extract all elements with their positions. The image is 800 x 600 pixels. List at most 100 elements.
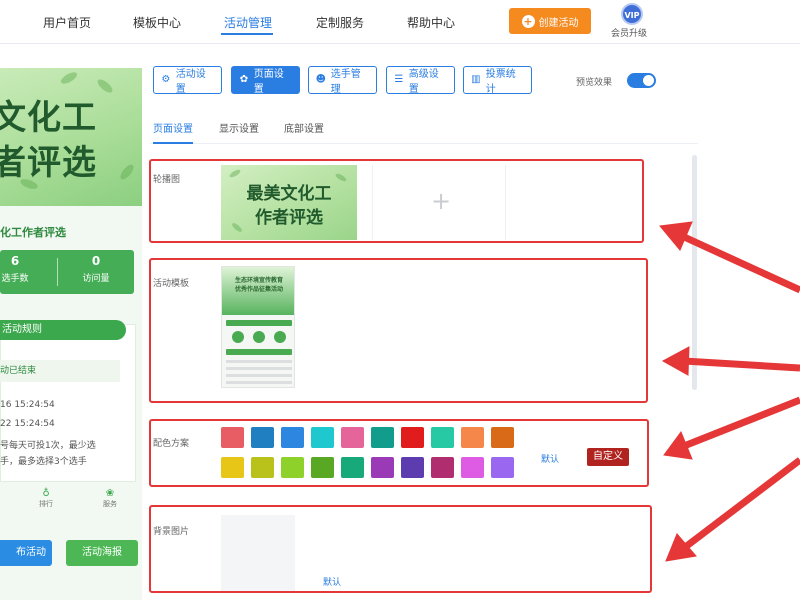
- stat-contestants-value: 6: [10, 254, 20, 268]
- template-bar: [226, 320, 292, 326]
- rule-text-line2: 手，最多选择3个选手: [0, 457, 87, 467]
- page: 用户首页 模板中心 活动管理 定制服务 帮助中心 + 创建活动 VIP 会员升级…: [0, 0, 800, 600]
- arrow-to-color-scheme: [682, 396, 800, 450]
- preview-stats: 6 选手数 0 访问量: [0, 250, 134, 294]
- tab-activity-settings[interactable]: ⚙ 活动设置: [153, 66, 222, 95]
- nav-help-center[interactable]: 帮助中心: [407, 14, 455, 31]
- color-swatch[interactable]: [281, 457, 304, 478]
- create-activity-label: 创建活动: [538, 17, 579, 29]
- template-title-line2: 优秀作品征集活动: [234, 286, 283, 293]
- service-icon: ❀: [105, 488, 115, 499]
- vip-upgrade[interactable]: VIP 会员升级: [611, 3, 652, 39]
- color-default-link[interactable]: 默认: [541, 452, 559, 465]
- subtab-display-settings[interactable]: 显示设置: [219, 120, 259, 135]
- color-swatch[interactable]: [431, 427, 454, 448]
- plus-icon: +: [521, 14, 535, 28]
- rank-label: 排行: [39, 500, 53, 508]
- color-swatch[interactable]: [401, 427, 424, 448]
- arrow-head-template: [661, 346, 690, 376]
- color-swatch[interactable]: [341, 457, 364, 478]
- tab-page-settings[interactable]: ✿ 页面设置: [231, 66, 300, 95]
- leaf-decoration: [59, 70, 79, 86]
- users-icon: ☻: [315, 74, 327, 85]
- stat-contestants-label: 选手数: [1, 274, 29, 284]
- stat-divider: [57, 258, 58, 286]
- activity-poster-button[interactable]: 活动海报: [66, 540, 138, 566]
- color-swatch[interactable]: [371, 457, 394, 478]
- color-swatch[interactable]: [221, 427, 244, 448]
- banner-title-line1: 文化工: [0, 98, 97, 138]
- carousel-image-title-line1: 最美文化工: [246, 184, 332, 204]
- template-row: [226, 360, 292, 363]
- tab-activity-settings-label: 活动设置: [175, 69, 206, 95]
- stat-visits-value: 0: [91, 254, 101, 268]
- preview-activity-title: 化工作者评选: [0, 226, 66, 239]
- template-row: [226, 381, 292, 384]
- color-swatch[interactable]: [491, 457, 514, 478]
- subtab-footer-settings[interactable]: 底部设置: [284, 120, 324, 135]
- leaf-decoration: [95, 77, 115, 95]
- color-swatch[interactable]: [461, 427, 484, 448]
- color-swatch[interactable]: [311, 427, 334, 448]
- color-swatch[interactable]: [251, 457, 274, 478]
- template-bar: [226, 349, 292, 355]
- template-row: [226, 374, 292, 377]
- subtab-page-settings[interactable]: 页面设置: [153, 120, 193, 135]
- preview-toggle[interactable]: [627, 73, 656, 88]
- color-swatch[interactable]: [431, 457, 454, 478]
- stat-visits-label: 访问量: [82, 274, 110, 284]
- preview-banner: 文化工 者评选: [0, 68, 142, 206]
- color-swatch[interactable]: [401, 457, 424, 478]
- nav-activity-management[interactable]: 活动管理: [224, 14, 272, 31]
- color-custom-button[interactable]: 自定义: [587, 448, 629, 466]
- rule-start-time: 16 15:24:54: [0, 400, 55, 410]
- carousel-image[interactable]: 最美文化工 作者评选: [221, 165, 357, 240]
- service-label: 服务: [103, 500, 117, 508]
- tab-page-settings-label: 页面设置: [253, 69, 284, 95]
- gear-icon: ✿: [239, 74, 249, 85]
- banner-title-line2: 者评选: [0, 143, 97, 183]
- rank-icon: ♁: [42, 488, 50, 499]
- arrow-to-carousel: [680, 232, 800, 294]
- leaf-decoration: [118, 162, 136, 182]
- create-activity-button[interactable]: + 创建活动: [509, 8, 591, 34]
- tab-vote-statistics-label: 投票统计: [485, 69, 516, 95]
- nav-user-home[interactable]: 用户首页: [43, 14, 91, 31]
- template-row: [226, 367, 292, 370]
- advanced-icon: ☰: [394, 74, 404, 85]
- arrow-to-background: [681, 457, 800, 551]
- template-thumbnail[interactable]: 生态环境宣传教育 优秀作品征集活动: [221, 266, 295, 388]
- background-image-slot[interactable]: [221, 515, 295, 591]
- tab-vote-statistics[interactable]: ▥ 投票统计: [463, 66, 532, 95]
- subtab-active-underline: [153, 142, 193, 144]
- tab-advanced-settings[interactable]: ☰ 高级设置: [386, 66, 455, 95]
- arrow-head-color-scheme: [663, 430, 693, 460]
- add-carousel-image-button[interactable]: +: [372, 165, 506, 240]
- color-swatch[interactable]: [281, 427, 304, 448]
- carousel-image-title-line2: 作者评选: [255, 208, 323, 228]
- vip-badge-icon: VIP: [621, 3, 643, 25]
- color-swatch[interactable]: [461, 457, 484, 478]
- stat-visits: 0 访问量: [71, 254, 121, 284]
- color-swatch[interactable]: [371, 427, 394, 448]
- template-title-line1: 生态环境宣传教育: [234, 277, 283, 284]
- nav-active-underline: [221, 33, 273, 35]
- color-swatch[interactable]: [251, 427, 274, 448]
- color-swatch[interactable]: [341, 427, 364, 448]
- template-dot: [274, 331, 286, 343]
- tab-contestant-management[interactable]: ☻ 选手管理: [308, 66, 377, 95]
- rule-text-line1: 号每天可投1次，最少选: [0, 441, 96, 451]
- nav-custom-service[interactable]: 定制服务: [316, 14, 364, 31]
- preview-service-tab: ❀ 服务: [97, 488, 123, 509]
- color-swatch[interactable]: [311, 457, 334, 478]
- tab-advanced-settings-label: 高级设置: [408, 69, 439, 95]
- scrollbar[interactable]: [692, 155, 697, 390]
- template-label: 活动模板: [153, 279, 190, 289]
- publish-activity-button[interactable]: 布活动: [0, 540, 52, 566]
- color-swatch[interactable]: [221, 457, 244, 478]
- plus-icon: +: [431, 187, 452, 215]
- background-label: 背景图片: [153, 527, 190, 537]
- nav-template-center[interactable]: 模板中心: [133, 14, 181, 31]
- background-default-link[interactable]: 默认: [323, 575, 341, 588]
- color-swatch[interactable]: [491, 427, 514, 448]
